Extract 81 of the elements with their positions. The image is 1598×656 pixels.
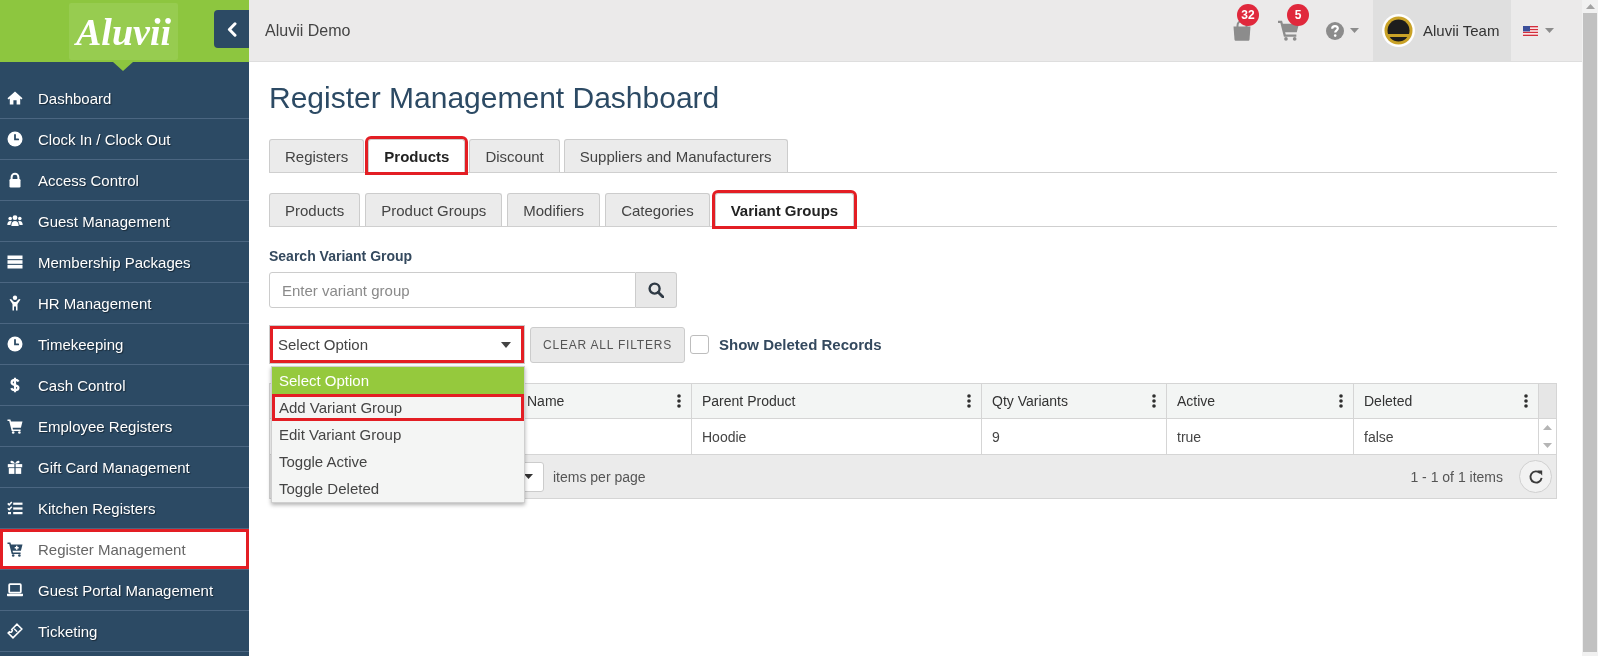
sidebar-item[interactable]: Access Control bbox=[0, 160, 249, 201]
refresh-button[interactable] bbox=[1519, 460, 1552, 493]
sidebar-item[interactable]: Gift Card Management bbox=[0, 447, 249, 488]
table-cell: true bbox=[1167, 419, 1354, 454]
laptop-icon bbox=[7, 583, 23, 597]
help-icon[interactable] bbox=[1326, 21, 1344, 40]
tab[interactable]: Products bbox=[269, 193, 361, 226]
home-icon bbox=[7, 91, 23, 105]
tab[interactable]: Products bbox=[368, 139, 466, 172]
page-size-label: items per page bbox=[553, 468, 646, 485]
sidebar-item[interactable]: Cash Control bbox=[0, 365, 249, 406]
cart-plus-icon bbox=[7, 541, 23, 557]
checkbox[interactable] bbox=[690, 335, 709, 354]
sidebar-item[interactable]: Dashboard bbox=[0, 78, 249, 119]
sidebar-item[interactable]: Ticketing bbox=[0, 611, 249, 652]
page-title: Register Management Dashboard bbox=[269, 80, 720, 116]
count-badge: 32 bbox=[1237, 4, 1259, 26]
sidebar-item[interactable]: Guest Management bbox=[0, 201, 249, 242]
column-menu-icon[interactable] bbox=[677, 394, 681, 408]
grid-scrollbar-corner bbox=[1539, 384, 1556, 418]
table-cell: 9 bbox=[982, 419, 1167, 454]
refresh-icon bbox=[1527, 468, 1544, 485]
sidebar-item[interactable]: Membership Packages bbox=[0, 242, 249, 283]
dropdown-option[interactable]: Edit Variant Group bbox=[272, 421, 524, 448]
dropdown-option[interactable]: Toggle Deleted bbox=[272, 475, 524, 502]
tab[interactable]: Product Groups bbox=[365, 193, 503, 226]
column-header[interactable]: Active bbox=[1167, 384, 1354, 418]
checklist-icon bbox=[7, 501, 23, 515]
users-icon bbox=[7, 215, 23, 227]
count-badge: 5 bbox=[1287, 4, 1309, 26]
user-menu[interactable]: Aluvii Team bbox=[1373, 0, 1511, 61]
column-menu-icon[interactable] bbox=[1524, 394, 1528, 408]
pager-summary: 1 - 1 of 1 items bbox=[1410, 468, 1503, 485]
caret-icon bbox=[1545, 28, 1554, 33]
clear-filters-button[interactable]: CLEAR ALL FILTERS bbox=[530, 326, 685, 363]
tab[interactable]: Discount bbox=[469, 139, 560, 172]
search-button[interactable] bbox=[636, 272, 677, 308]
column-header[interactable]: Name bbox=[517, 384, 692, 418]
sidebar-item[interactable]: Clock In / Clock Out bbox=[0, 119, 249, 160]
column-menu-icon[interactable] bbox=[1152, 394, 1156, 408]
lock-icon bbox=[7, 172, 23, 188]
search-icon bbox=[648, 282, 664, 298]
tab[interactable]: Suppliers and Manufacturers bbox=[563, 139, 788, 172]
scroll-down-icon[interactable] bbox=[1543, 443, 1552, 448]
scroll-up-icon[interactable] bbox=[1543, 425, 1552, 430]
sidebar-item[interactable]: Timekeeping bbox=[0, 324, 249, 365]
column-menu-icon[interactable] bbox=[1339, 394, 1343, 408]
filter-select[interactable]: Select Option bbox=[269, 325, 525, 364]
table-cell: Hoodie bbox=[692, 419, 982, 454]
cart-icon bbox=[7, 418, 23, 434]
column-menu-icon[interactable] bbox=[967, 394, 971, 408]
person-icon bbox=[9, 295, 21, 311]
checkbox-label: Show Deleted Records bbox=[719, 336, 882, 353]
sidebar-item[interactable]: Guest Portal Management bbox=[0, 570, 249, 611]
tab[interactable]: Variant Groups bbox=[714, 193, 855, 226]
tab[interactable]: Modifiers bbox=[507, 193, 601, 226]
stack-icon bbox=[7, 255, 23, 269]
search-field[interactable]: Enter variant group bbox=[269, 272, 636, 308]
flag-icon[interactable] bbox=[1523, 25, 1538, 36]
caret-icon bbox=[501, 341, 511, 348]
sidebar-item[interactable]: Employee Registers bbox=[0, 406, 249, 447]
ticket-icon bbox=[7, 623, 23, 639]
column-header[interactable]: Qty Variants bbox=[982, 384, 1167, 418]
tab[interactable]: Categories bbox=[605, 193, 710, 226]
avatar-icon bbox=[1382, 14, 1415, 47]
caret-icon bbox=[1350, 28, 1359, 33]
app-title: Aluvii Demo bbox=[265, 21, 351, 40]
clock-icon bbox=[7, 131, 23, 147]
dropdown-option[interactable]: Toggle Active bbox=[272, 448, 524, 475]
scroll-up-icon[interactable] bbox=[1585, 4, 1595, 9]
tab[interactable]: Registers bbox=[269, 139, 365, 172]
collapse-sidebar-button[interactable] bbox=[214, 10, 249, 48]
clock-icon bbox=[7, 336, 23, 352]
dollar-icon bbox=[10, 377, 20, 393]
gift-icon bbox=[7, 460, 23, 474]
caret-icon bbox=[524, 474, 533, 479]
sidebar-item[interactable]: Register Management bbox=[0, 529, 249, 570]
column-header[interactable]: Parent Product bbox=[692, 384, 982, 418]
search-label: Search Variant Group bbox=[269, 247, 413, 265]
chevron-left-icon bbox=[226, 21, 237, 37]
sidebar-item[interactable]: HR Management bbox=[0, 283, 249, 324]
